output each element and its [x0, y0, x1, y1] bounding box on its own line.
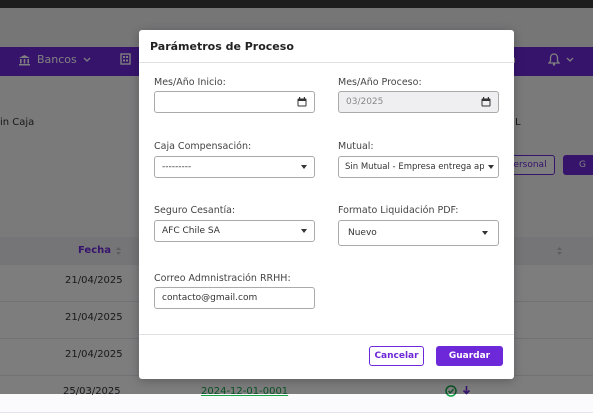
seguro-select[interactable]: AFC Chile SA [154, 220, 315, 242]
calendar-icon[interactable] [297, 97, 307, 107]
modal-footer-divider [139, 334, 514, 335]
mes-proceso-value: 03/2025 [346, 97, 384, 107]
modal-header-divider [139, 62, 514, 63]
formato-label: Formato Liquidación PDF: [338, 205, 459, 216]
mes-proceso-field: 03/2025 [338, 91, 499, 113]
caret-down-icon [488, 165, 494, 169]
calendar-icon [481, 97, 491, 107]
caja-label: Caja Compensación: [154, 141, 252, 152]
modal-title: Parámetros de Proceso [150, 40, 294, 53]
cancel-button[interactable]: Cancelar [369, 346, 424, 366]
mes-inicio-field[interactable] [154, 91, 315, 113]
seguro-value: AFC Chile SA [162, 226, 220, 236]
caret-down-icon [301, 165, 307, 169]
mes-proceso-label: Mes/Año Proceso: [338, 77, 422, 88]
correo-input[interactable]: contacto@gmail.com [154, 287, 315, 309]
parametros-modal: Parámetros de Proceso Mes/Año Inicio: Me… [139, 30, 514, 379]
correo-value: contacto@gmail.com [162, 293, 258, 303]
caret-down-icon [482, 231, 488, 235]
caja-value: --------- [162, 162, 192, 172]
seguro-label: Seguro Cesantía: [154, 205, 236, 216]
formato-value: Nuevo [348, 228, 377, 238]
save-button[interactable]: Guardar [436, 346, 503, 366]
mutual-select[interactable]: Sin Mutual - Empresa entrega apor [338, 156, 499, 178]
caja-select[interactable]: --------- [154, 156, 315, 178]
mutual-label: Mutual: [338, 141, 374, 152]
formato-select[interactable]: Nuevo [338, 220, 499, 246]
mutual-value: Sin Mutual - Empresa entrega apor [345, 162, 484, 172]
mes-inicio-label: Mes/Año Inicio: [154, 77, 226, 88]
caret-down-icon [301, 229, 307, 233]
correo-label: Correo Admnistración RRHH: [154, 273, 291, 284]
